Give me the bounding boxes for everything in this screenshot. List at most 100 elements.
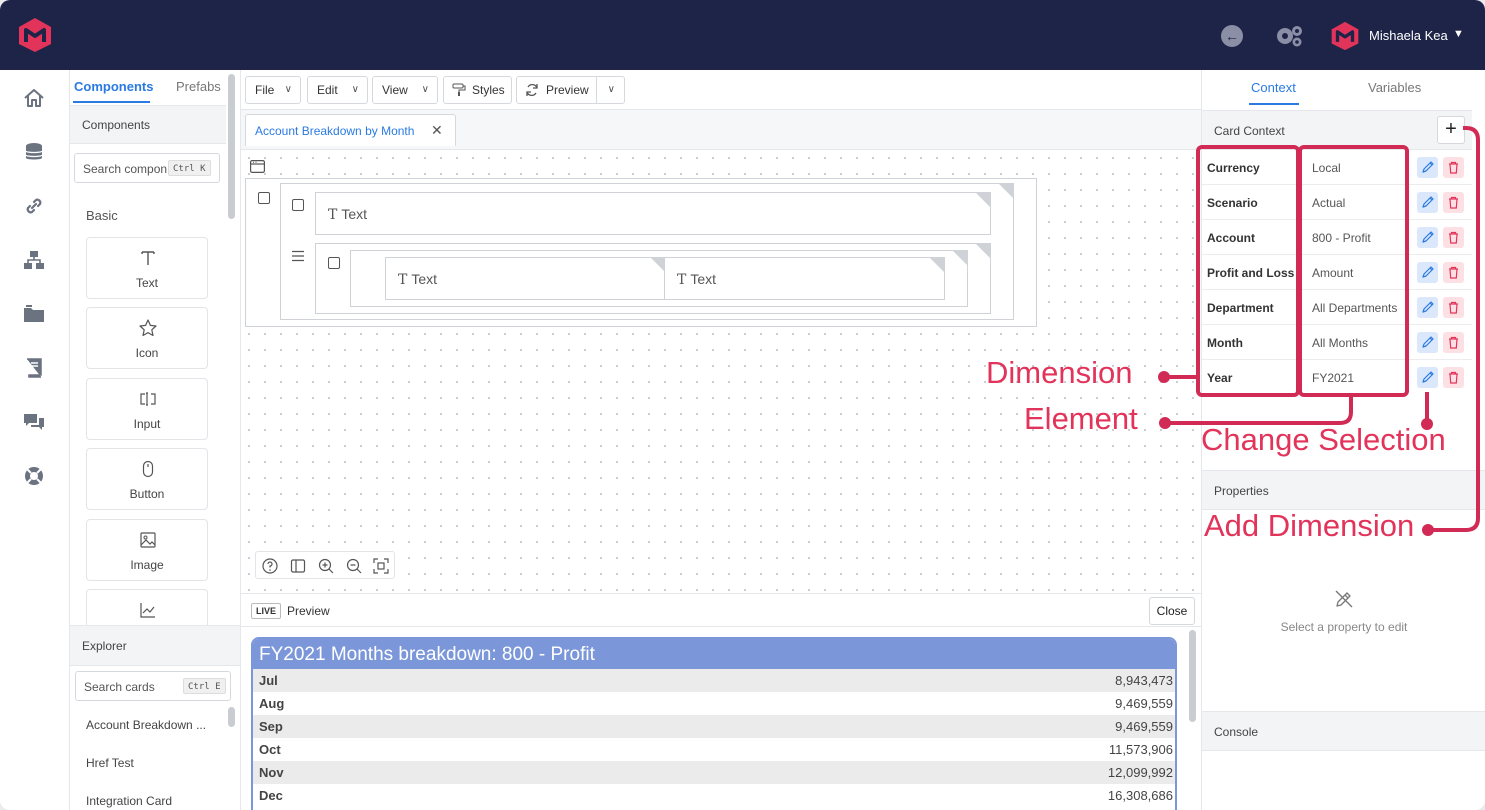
row-select-checkbox[interactable]	[292, 199, 304, 211]
pencil-off-icon	[1335, 590, 1353, 608]
chevron-down-icon[interactable]: ∨	[608, 77, 615, 103]
preview-scrollbar[interactable]	[1189, 630, 1196, 722]
back-icon[interactable]: ←	[1221, 25, 1243, 47]
component-text[interactable]: Text	[86, 237, 208, 299]
delete-dimension-button[interactable]	[1443, 227, 1464, 248]
console-title: Console	[1214, 725, 1259, 739]
chat-icon[interactable]	[22, 410, 46, 434]
component-button[interactable]: Button	[86, 448, 208, 510]
tab-context[interactable]: Context	[1251, 80, 1296, 95]
avatar-icon[interactable]	[1330, 21, 1360, 51]
edit-selection-button[interactable]	[1417, 332, 1438, 353]
delete-dimension-button[interactable]	[1443, 297, 1464, 318]
preview-button[interactable]: Preview ∨	[516, 76, 625, 104]
logo-icon[interactable]	[17, 17, 53, 53]
text-block-2[interactable]: T Text	[385, 257, 666, 300]
component-icon[interactable]: Icon	[86, 307, 208, 369]
resize-corner[interactable]	[952, 250, 968, 266]
folder-icon[interactable]	[22, 302, 46, 326]
left-rail	[0, 70, 70, 810]
resize-corner[interactable]	[929, 257, 945, 273]
home-icon[interactable]	[22, 86, 46, 110]
add-dimension-button[interactable]: +	[1437, 116, 1465, 144]
components-scrollbar[interactable]	[228, 74, 235, 219]
components-search-input[interactable]: Search components Ctrl K	[74, 153, 220, 183]
close-preview-button[interactable]: Close	[1149, 597, 1195, 625]
close-icon[interactable]: ✕	[431, 122, 443, 139]
lifebuoy-icon[interactable]	[22, 464, 46, 488]
paint-roller-icon	[452, 83, 466, 96]
zoom-out-icon[interactable]	[345, 557, 363, 575]
inner-row-checkbox[interactable]	[328, 257, 340, 269]
tab-variables[interactable]: Variables	[1368, 80, 1421, 95]
text-block-1-content: T Text	[328, 206, 367, 223]
element-highlight-box	[1298, 145, 1409, 397]
edit-selection-button[interactable]	[1417, 262, 1438, 283]
document-tabbar: Account Breakdown by Month ✕	[241, 110, 1201, 150]
edit-selection-button[interactable]	[1417, 297, 1438, 318]
trash-icon	[1449, 231, 1458, 244]
delete-dimension-button[interactable]	[1443, 192, 1464, 213]
help-icon[interactable]	[261, 557, 279, 575]
console-header[interactable]: Console	[1202, 711, 1485, 751]
change-selection-annotation: Change Selection	[1201, 422, 1446, 457]
fit-screen-icon[interactable]	[372, 557, 390, 575]
resize-corner[interactable]	[998, 183, 1014, 199]
chevron-down-icon[interactable]: ▼	[1453, 28, 1464, 40]
resize-corner[interactable]	[975, 243, 991, 259]
view-menu-button[interactable]: View ∨	[372, 76, 438, 104]
text-block-3-content: T Text	[677, 271, 716, 288]
edit-menu-button[interactable]: Edit ∨	[307, 76, 368, 104]
table-row: Nov 12,099,992	[253, 761, 1175, 784]
components-section-header: Components	[70, 106, 226, 144]
delete-dimension-button[interactable]	[1443, 157, 1464, 178]
text-type-icon: T	[398, 272, 408, 288]
delete-dimension-button[interactable]	[1443, 367, 1464, 388]
book-icon[interactable]	[22, 356, 46, 380]
window-icon[interactable]	[250, 160, 265, 173]
settings-icon[interactable]	[1274, 23, 1304, 49]
explorer-item[interactable]: Href Test	[86, 756, 134, 770]
delete-dimension-button[interactable]	[1443, 332, 1464, 353]
sitemap-icon[interactable]	[22, 248, 46, 272]
user-name[interactable]: Mishaela Kea	[1369, 28, 1448, 43]
file-menu-button[interactable]: File ∨	[245, 76, 301, 104]
component-chart[interactable]	[86, 589, 208, 625]
styles-button[interactable]: Styles	[443, 76, 512, 104]
explorer-header: Explorer	[70, 626, 240, 666]
link-icon[interactable]	[22, 194, 46, 218]
explorer-item[interactable]: Account Breakdown ...	[86, 718, 206, 732]
cards-search-input[interactable]: Search cards Ctrl E	[75, 671, 231, 701]
zoom-in-icon[interactable]	[317, 557, 335, 575]
explorer-scrollbar[interactable]	[228, 707, 235, 727]
edit-selection-button[interactable]	[1417, 192, 1438, 213]
delete-dimension-button[interactable]	[1443, 262, 1464, 283]
no-property-message: Select a property to edit	[1280, 620, 1408, 634]
text-block-3[interactable]: T Text	[664, 257, 945, 300]
components-search-placeholder: Search components	[83, 162, 167, 176]
explorer-item[interactable]: Integration Card	[86, 794, 172, 808]
database-icon[interactable]	[22, 140, 46, 164]
chevron-down-icon: ∨	[421, 84, 429, 95]
edit-selection-button[interactable]	[1417, 367, 1438, 388]
text-block-1[interactable]: T Text	[315, 192, 991, 235]
document-tab[interactable]: Account Breakdown by Month ✕	[245, 114, 456, 146]
preview-label: Preview	[546, 83, 589, 97]
tab-prefabs[interactable]: Prefabs	[176, 79, 221, 94]
table-row: Oct 11,573,906	[253, 738, 1175, 761]
value-cell: 9,469,559	[1115, 696, 1173, 711]
edit-selection-button[interactable]	[1417, 227, 1438, 248]
resize-corner[interactable]	[975, 192, 991, 208]
component-image[interactable]: Image	[86, 519, 208, 581]
tab-components[interactable]: Components	[74, 79, 153, 94]
components-tabs: Components Prefabs	[70, 70, 226, 106]
drag-handle-icon[interactable]	[291, 250, 305, 262]
component-input[interactable]: Input	[86, 378, 208, 440]
pencil-icon	[1422, 336, 1434, 348]
input-icon	[140, 392, 156, 406]
sidebar-toggle-icon[interactable]	[289, 557, 307, 575]
container-select-checkbox[interactable]	[258, 192, 270, 204]
mouse-icon	[142, 460, 154, 478]
properties-header: Properties	[1202, 470, 1485, 510]
edit-selection-button[interactable]	[1417, 157, 1438, 178]
